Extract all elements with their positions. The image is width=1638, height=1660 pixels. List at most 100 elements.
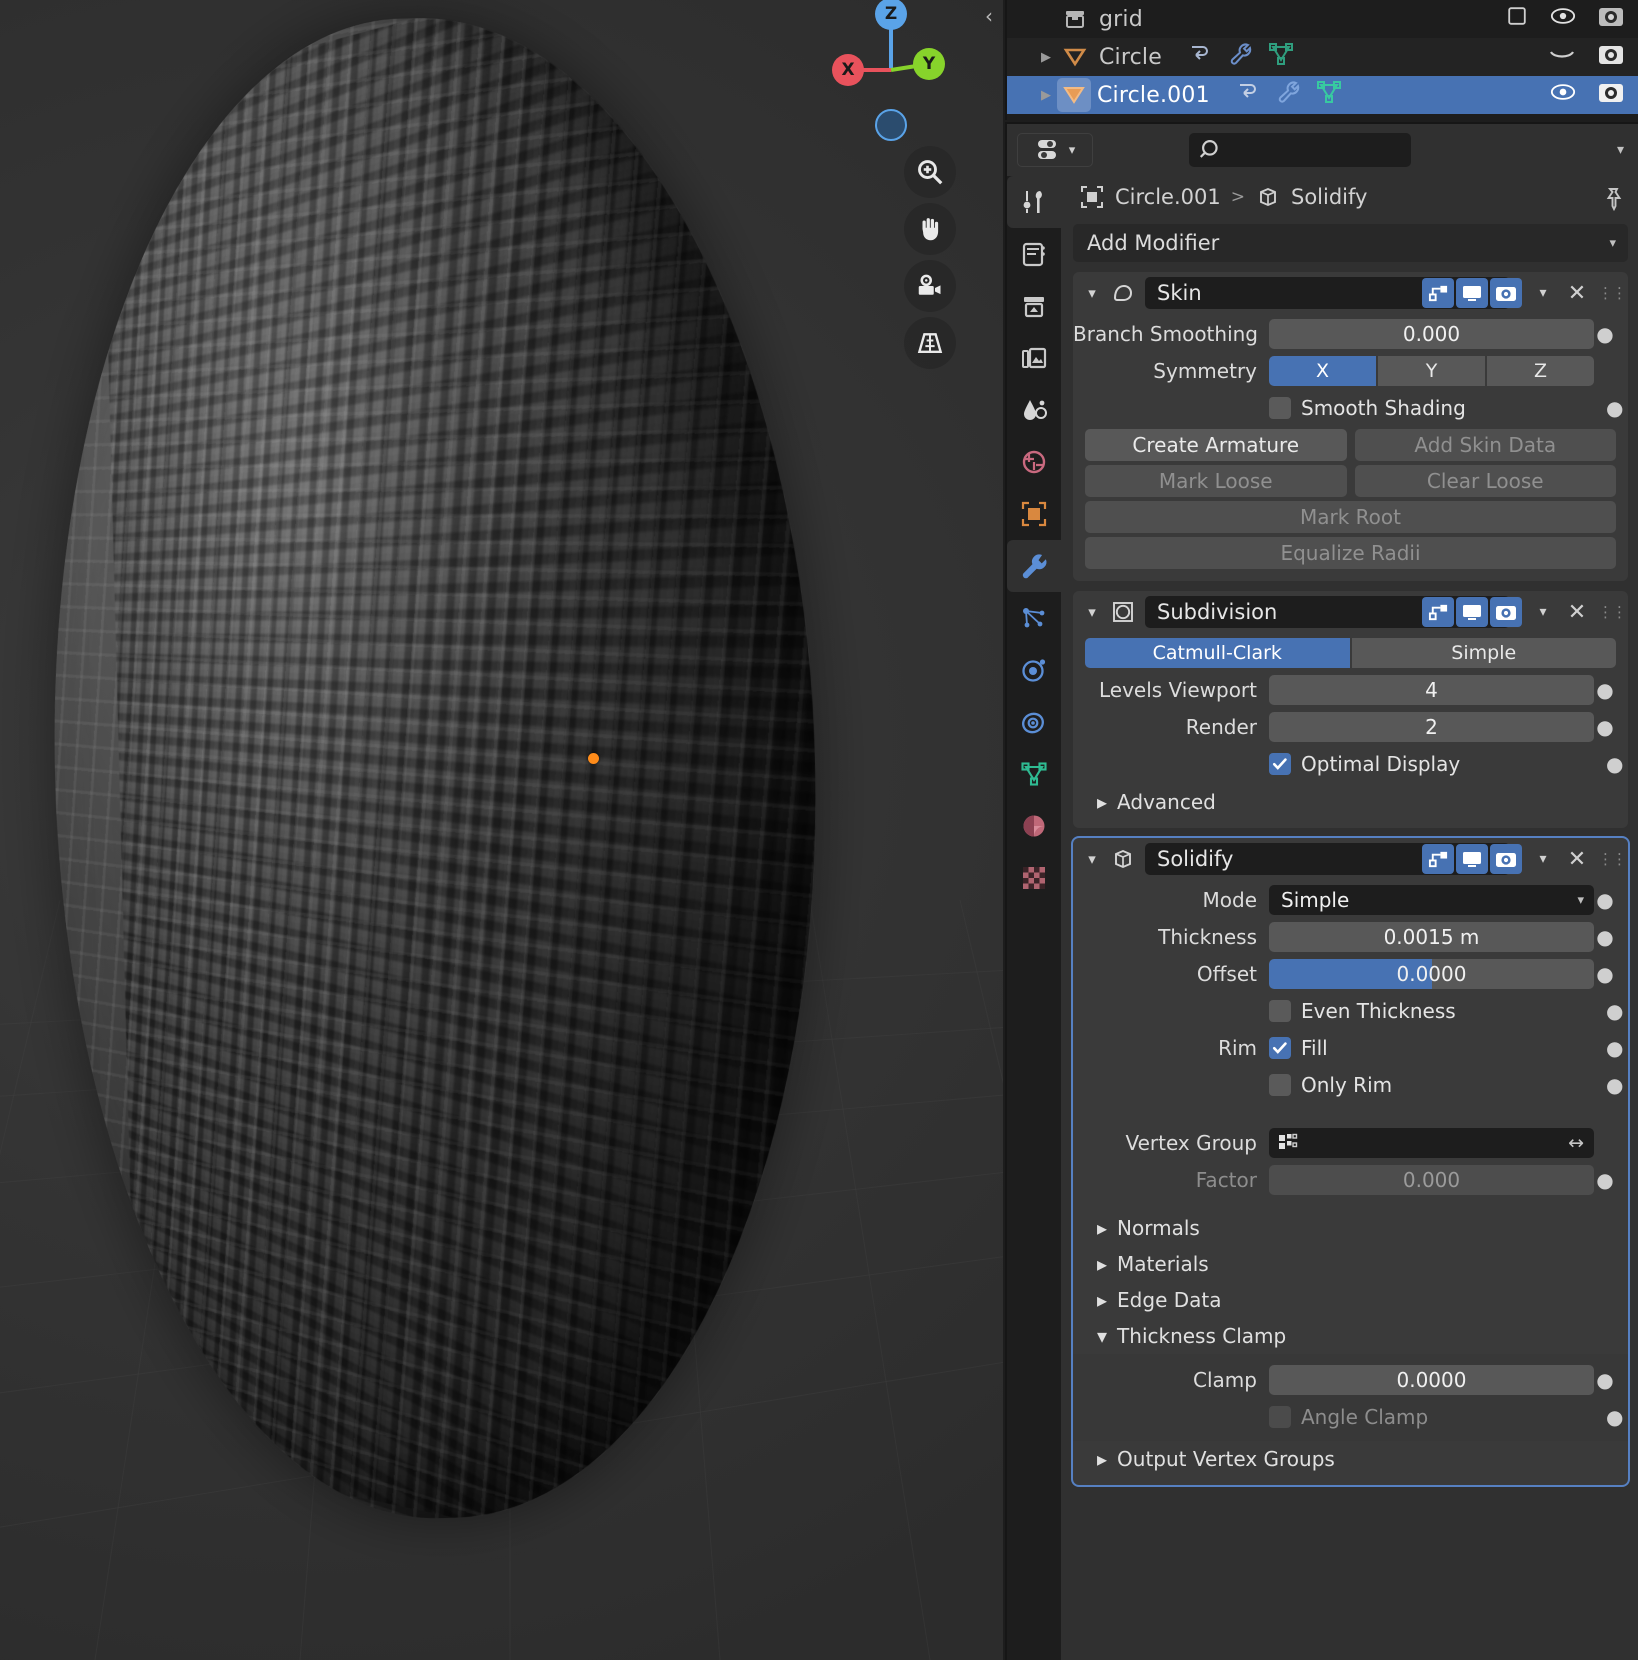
clear-loose-button[interactable]: Clear Loose	[1355, 465, 1617, 497]
modifier-panel-solidify[interactable]: ▾ Solidify ▾ ✕ ⋮⋮ Mode Simple ▾ ● Thickn…	[1073, 838, 1628, 1485]
section-materials[interactable]: ▸ Materials	[1073, 1246, 1628, 1282]
animate-property-dot[interactable]: ●	[1594, 888, 1616, 912]
animate-property-dot[interactable]: ●	[1594, 1368, 1616, 1392]
render-toggle[interactable]	[1490, 844, 1522, 874]
animate-property-dot[interactable]: ●	[1606, 999, 1628, 1023]
render-toggle[interactable]	[1490, 597, 1522, 627]
tab-texture[interactable]	[1007, 852, 1061, 904]
checkbox-icon[interactable]	[1506, 5, 1528, 33]
animate-property-dot[interactable]: ●	[1606, 1405, 1628, 1429]
tab-view-layer[interactable]	[1007, 332, 1061, 384]
mark-root-button[interactable]: Mark Root	[1085, 501, 1616, 533]
gizmo-axis-neg-z[interactable]	[875, 109, 907, 141]
tab-modifiers[interactable]	[1007, 540, 1061, 592]
render-toggle[interactable]	[1490, 278, 1522, 308]
rim-fill-checkbox[interactable]	[1269, 1037, 1291, 1059]
animate-property-dot[interactable]: ●	[1606, 396, 1628, 420]
animate-property-dot[interactable]: ●	[1594, 678, 1616, 702]
eye-icon[interactable]	[1550, 81, 1576, 109]
edit-mode-toggle[interactable]	[1422, 597, 1454, 627]
wrench-icon[interactable]	[1276, 79, 1302, 111]
gizmo-axis-y[interactable]: Y	[913, 48, 945, 80]
animate-property-dot[interactable]: ●	[1594, 322, 1616, 346]
add-modifier-dropdown[interactable]: Add Modifier ▾	[1073, 224, 1628, 262]
modifier-delete-button[interactable]: ✕	[1564, 600, 1590, 625]
chevron-down-icon[interactable]: ▾	[1617, 142, 1624, 158]
tab-physics[interactable]	[1007, 644, 1061, 696]
tab-constraints[interactable]	[1007, 696, 1061, 748]
chevron-down-icon[interactable]: ▾	[1083, 850, 1101, 868]
navigation-gizmo[interactable]: Z X Y	[827, 6, 955, 134]
equalize-radii-button[interactable]: Equalize Radii	[1085, 537, 1616, 569]
chevron-down-icon[interactable]: ▾	[1083, 284, 1101, 302]
levels-viewport-field[interactable]: 4	[1269, 675, 1594, 705]
animate-property-dot[interactable]: ●	[1594, 962, 1616, 986]
breadcrumb-object[interactable]: Circle.001	[1115, 185, 1221, 209]
animate-property-dot[interactable]: ●	[1594, 925, 1616, 949]
search-input[interactable]	[1189, 133, 1411, 167]
tab-object[interactable]	[1007, 488, 1061, 540]
outliner-row-grid[interactable]: grid	[1007, 0, 1638, 38]
modifier-panel-skin[interactable]: ▾ Skin ▾ ✕ ⋮⋮ Branch Smoothing 0.000 ● S…	[1073, 272, 1628, 581]
subdivision-advanced-section[interactable]: ▸ Advanced	[1073, 784, 1628, 820]
section-output-vertex-groups[interactable]: ▸ Output Vertex Groups	[1073, 1441, 1628, 1477]
viewport-sidebar-collapse[interactable]: ‹	[981, 4, 997, 28]
mesh-object-circle001[interactable]	[35, 8, 834, 1527]
modifier-header[interactable]: ▾ Skin ▾ ✕ ⋮⋮	[1073, 272, 1628, 314]
edit-mode-toggle[interactable]	[1422, 844, 1454, 874]
gizmo-axis-x[interactable]: X	[832, 54, 864, 86]
even-thickness-checkbox[interactable]	[1269, 1000, 1291, 1022]
realtime-toggle[interactable]	[1456, 278, 1488, 308]
chevron-down-icon[interactable]: ▾	[1083, 603, 1101, 621]
disclosure-triangle-icon[interactable]: ▶	[1035, 88, 1057, 103]
outliner-editor[interactable]: grid ▶ Circle ▶ Circle.001	[1005, 0, 1638, 120]
modifier-arrow-icon[interactable]	[1188, 43, 1214, 71]
eye-icon[interactable]	[1550, 5, 1576, 33]
editor-type-button[interactable]: ▾	[1017, 133, 1093, 167]
symmetry-z-toggle[interactable]: Z	[1487, 356, 1594, 386]
invert-vertex-group-icon[interactable]: ↔	[1568, 1132, 1584, 1154]
realtime-toggle[interactable]	[1456, 597, 1488, 627]
add-skin-data-button[interactable]: Add Skin Data	[1355, 429, 1617, 461]
toggle-perspective-button[interactable]	[904, 317, 956, 369]
modifier-drag-handle[interactable]: ⋮⋮	[1598, 603, 1620, 621]
animate-property-dot[interactable]: ●	[1606, 1036, 1628, 1060]
properties-editor[interactable]: ▾ ▾ Circle.001 > Solidify Add Modifier ▾…	[1005, 122, 1638, 1660]
animate-property-dot[interactable]: ●	[1594, 715, 1616, 739]
tab-scene[interactable]	[1007, 384, 1061, 436]
vertex-group-field[interactable]: ↔	[1269, 1128, 1594, 1158]
modifier-extras-dropdown[interactable]: ▾	[1530, 285, 1556, 301]
section-normals[interactable]: ▸ Normals	[1073, 1210, 1628, 1246]
modifier-extras-dropdown[interactable]: ▾	[1530, 604, 1556, 620]
outliner-row-circle[interactable]: ▶ Circle	[1007, 38, 1638, 76]
camera-icon[interactable]	[1598, 80, 1624, 110]
modifier-header[interactable]: ▾ Solidify ▾ ✕ ⋮⋮	[1073, 838, 1628, 880]
modifier-drag-handle[interactable]: ⋮⋮	[1598, 284, 1620, 302]
tab-output[interactable]	[1007, 280, 1061, 332]
animate-property-dot[interactable]: ●	[1606, 1073, 1628, 1097]
branch-smoothing-field[interactable]: 0.000	[1269, 319, 1594, 349]
camera-view-button[interactable]	[904, 260, 956, 312]
section-edge-data[interactable]: ▸ Edge Data	[1073, 1282, 1628, 1318]
tab-render[interactable]	[1007, 228, 1061, 280]
mesh-data-icon[interactable]	[1316, 80, 1342, 110]
animate-property-dot[interactable]: ●	[1606, 752, 1628, 776]
angle-clamp-checkbox[interactable]	[1269, 1406, 1291, 1428]
modifier-header[interactable]: ▾ Subdivision ▾ ✕ ⋮⋮	[1073, 591, 1628, 633]
disclosure-triangle-icon[interactable]: ▶	[1035, 50, 1057, 65]
properties-tab-strip[interactable]	[1007, 176, 1061, 1660]
camera-icon[interactable]	[1598, 42, 1624, 72]
tab-tool[interactable]	[1007, 176, 1061, 228]
modifier-panel-subdivision[interactable]: ▾ Subdivision ▾ ✕ ⋮⋮ Catmull-Clark Simpl…	[1073, 591, 1628, 828]
pin-icon[interactable]	[1600, 186, 1626, 217]
catmull-clark-toggle[interactable]: Catmull-Clark	[1085, 638, 1350, 668]
wrench-icon[interactable]	[1228, 41, 1254, 73]
zoom-button[interactable]	[904, 146, 956, 198]
camera-icon[interactable]	[1598, 4, 1624, 34]
pan-button[interactable]	[904, 203, 956, 255]
optimal-display-checkbox[interactable]	[1269, 753, 1291, 775]
modifier-arrow-icon[interactable]	[1236, 81, 1262, 109]
realtime-toggle[interactable]	[1456, 844, 1488, 874]
offset-slider[interactable]: 0.0000	[1269, 959, 1594, 989]
subdivision-algorithm-group[interactable]: Catmull-Clark Simple	[1085, 638, 1616, 668]
